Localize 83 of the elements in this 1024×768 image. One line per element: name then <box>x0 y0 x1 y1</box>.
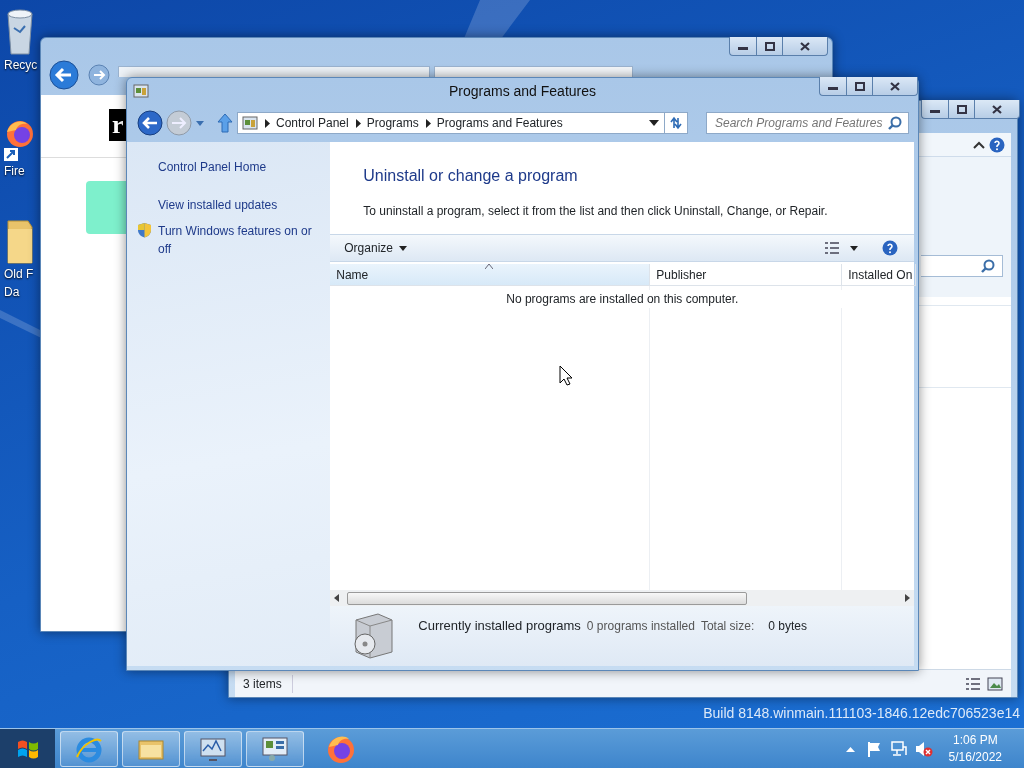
speaker-muted-icon[interactable] <box>914 740 933 757</box>
details-view-icon[interactable] <box>965 676 981 691</box>
details-text: 0 programs installed <box>586 618 695 635</box>
minimize-button[interactable] <box>921 100 948 119</box>
details-label: Total size: <box>700 618 755 635</box>
maximize-icon <box>956 104 967 114</box>
icon-label: Fire <box>4 163 25 180</box>
scroll-left-icon <box>334 594 340 602</box>
taskbar-button[interactable] <box>184 730 242 767</box>
sidebar-link[interactable]: Turn Windows features on or off <box>158 222 318 258</box>
dropdown-icon[interactable] <box>649 120 659 126</box>
close-button[interactable] <box>975 100 1020 119</box>
breadcrumb-item[interactable]: Control Panel <box>276 114 349 132</box>
help-icon[interactable] <box>989 137 1005 153</box>
icon-label: Recyc <box>4 57 38 74</box>
chevron-icon[interactable] <box>354 118 361 128</box>
shield-icon <box>137 222 152 238</box>
scroll-right-icon <box>905 594 910 602</box>
page-description: To uninstall a program, select it from the list and then click Uninstall, Change, or Repair. <box>363 203 829 220</box>
show-hidden-icons-icon[interactable] <box>845 745 855 752</box>
taskbar-button[interactable] <box>122 730 180 767</box>
window-title: Programs and Features <box>448 81 597 101</box>
flag-icon[interactable] <box>866 740 881 757</box>
close-icon <box>992 104 1002 114</box>
cursor-icon <box>559 365 574 386</box>
column-header[interactable]: Installed On <box>842 264 917 286</box>
clock[interactable]: 1:06 PM 5/16/2022 <box>948 732 1002 765</box>
control-panel-icon <box>133 83 149 99</box>
caret-icon <box>399 245 407 251</box>
refresh-icon <box>669 116 683 130</box>
maximize-icon <box>854 81 865 91</box>
close-icon <box>890 81 900 91</box>
sidebar-link[interactable]: Control Panel Home <box>158 158 267 176</box>
maximize-button[interactable] <box>756 37 783 56</box>
search-icon[interactable] <box>981 259 995 273</box>
preview-view-icon[interactable] <box>987 676 1003 691</box>
view-options-icon[interactable] <box>824 241 840 255</box>
minimize-button[interactable] <box>819 77 846 96</box>
refresh-button[interactable] <box>664 112 688 134</box>
back-button[interactable] <box>49 60 79 90</box>
search-icon <box>888 116 902 130</box>
recycle-bin-icon <box>4 8 36 56</box>
forward-button[interactable] <box>88 64 110 86</box>
details-title: Currently installed programs <box>418 617 581 635</box>
search-field[interactable] <box>921 255 1003 277</box>
scroll-thumb[interactable] <box>347 591 748 605</box>
caret-icon[interactable] <box>195 119 205 127</box>
search-field[interactable]: Search Programs and Features <box>706 112 909 134</box>
minimize-button[interactable] <box>729 37 756 56</box>
breadcrumb-item[interactable]: Programs <box>366 114 419 132</box>
chevron-icon[interactable] <box>264 118 270 128</box>
control-panel-icon <box>261 734 289 763</box>
build-text: Build 8148.winmain.111103-1846.12edc706523e14 <box>703 704 1020 723</box>
column-header[interactable]: Publisher <box>650 264 843 286</box>
details-text: 0 bytes <box>768 618 807 635</box>
up-arrow-icon[interactable] <box>216 112 234 134</box>
close-button[interactable] <box>873 77 918 96</box>
column-header[interactable]: Name <box>330 264 651 286</box>
icon-label: Old F <box>4 266 34 283</box>
collapse-icon[interactable] <box>973 140 985 150</box>
control-panel-icon <box>242 115 258 131</box>
firefox-icon <box>4 118 34 162</box>
taskbar-button[interactable] <box>60 730 118 767</box>
close-button[interactable] <box>783 37 828 56</box>
close-icon <box>800 41 810 51</box>
maximize-button[interactable] <box>948 100 975 119</box>
sort-caret-icon <box>485 264 494 269</box>
organize-button[interactable]: Organize <box>340 239 411 257</box>
network-icon[interactable] <box>890 740 907 757</box>
status-text: 3 items <box>243 674 293 693</box>
breadcrumb-item[interactable]: Programs and Features <box>436 114 563 132</box>
horizontal-scrollbar[interactable] <box>330 590 914 606</box>
icon-label: Da <box>4 284 20 301</box>
help-icon[interactable] <box>882 240 898 256</box>
back-button[interactable] <box>137 110 163 136</box>
maximize-button[interactable] <box>846 77 873 96</box>
page-heading: Uninstall or change a program <box>363 166 579 186</box>
start-button[interactable] <box>0 728 55 768</box>
sidebar-link[interactable]: View installed updates <box>158 196 278 214</box>
maximize-icon <box>764 41 775 51</box>
dropdown-icon[interactable] <box>850 245 858 251</box>
taskbar-button[interactable] <box>246 730 304 767</box>
chevron-icon[interactable] <box>424 118 431 128</box>
